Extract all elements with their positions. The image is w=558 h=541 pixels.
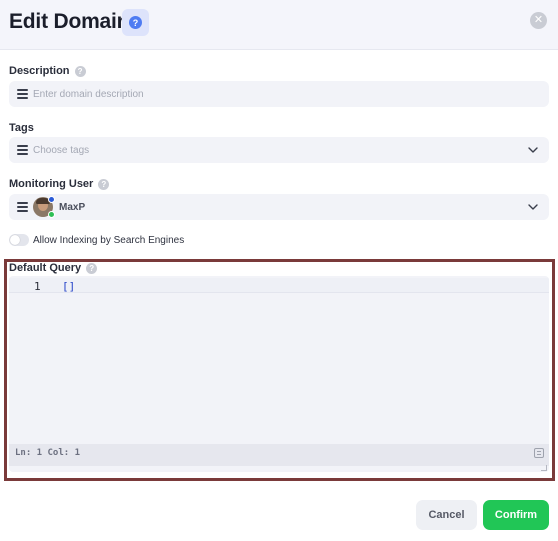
online-status-icon bbox=[48, 211, 55, 218]
indexing-toggle-label: Allow Indexing by Search Engines bbox=[33, 235, 185, 246]
query-editor[interactable]: 1 [] Ln: 1 Col: 1 bbox=[9, 276, 549, 472]
list-icon bbox=[17, 145, 28, 155]
close-icon[interactable]: ✕ bbox=[530, 12, 547, 29]
toggle-knob bbox=[10, 235, 20, 245]
help-icon[interactable]: ? bbox=[74, 65, 86, 77]
tags-select[interactable]: Choose tags bbox=[9, 137, 549, 163]
monitoring-user-label-text: Monitoring User bbox=[9, 178, 94, 190]
chevron-down-icon bbox=[528, 204, 538, 210]
help-icon[interactable]: ? bbox=[86, 262, 98, 274]
question-circle-icon: ? bbox=[129, 16, 142, 29]
default-query-label: Default Query ? bbox=[9, 262, 98, 274]
indexing-toggle[interactable] bbox=[9, 234, 29, 246]
help-button[interactable]: ? bbox=[122, 9, 149, 36]
avatar bbox=[33, 196, 55, 218]
code-text[interactable]: [] bbox=[62, 280, 75, 293]
monitoring-user-select[interactable]: MaxP bbox=[9, 194, 549, 220]
editor-status-bar: Ln: 1 Col: 1 bbox=[9, 444, 549, 466]
chevron-down-icon bbox=[528, 147, 538, 153]
cancel-button[interactable]: Cancel bbox=[416, 500, 477, 530]
tags-placeholder: Choose tags bbox=[33, 144, 90, 156]
dialog-header: Edit Domain ? ✕ bbox=[0, 0, 558, 50]
monitoring-user-value: MaxP bbox=[59, 201, 86, 213]
cursor-position: Ln: 1 Col: 1 bbox=[15, 448, 81, 458]
dialog-title: Edit Domain bbox=[9, 10, 130, 33]
tags-label: Tags bbox=[9, 122, 34, 134]
resize-handle-icon[interactable] bbox=[541, 465, 547, 471]
confirm-button[interactable]: Confirm bbox=[483, 500, 549, 530]
editor-line: 1 [] bbox=[9, 278, 549, 293]
help-icon[interactable]: ? bbox=[98, 178, 110, 190]
role-badge-icon bbox=[48, 196, 55, 203]
line-number: 1 bbox=[34, 280, 41, 293]
monitoring-user-label: Monitoring User ? bbox=[9, 178, 110, 190]
default-query-label-text: Default Query bbox=[9, 262, 82, 274]
list-icon bbox=[17, 202, 28, 212]
description-label: Description ? bbox=[9, 65, 86, 77]
description-placeholder: Enter domain description bbox=[33, 88, 144, 100]
description-input[interactable]: Enter domain description bbox=[9, 81, 549, 107]
list-icon bbox=[17, 89, 28, 99]
format-icon[interactable] bbox=[534, 448, 544, 458]
description-label-text: Description bbox=[9, 65, 70, 77]
tags-label-text: Tags bbox=[9, 122, 34, 134]
